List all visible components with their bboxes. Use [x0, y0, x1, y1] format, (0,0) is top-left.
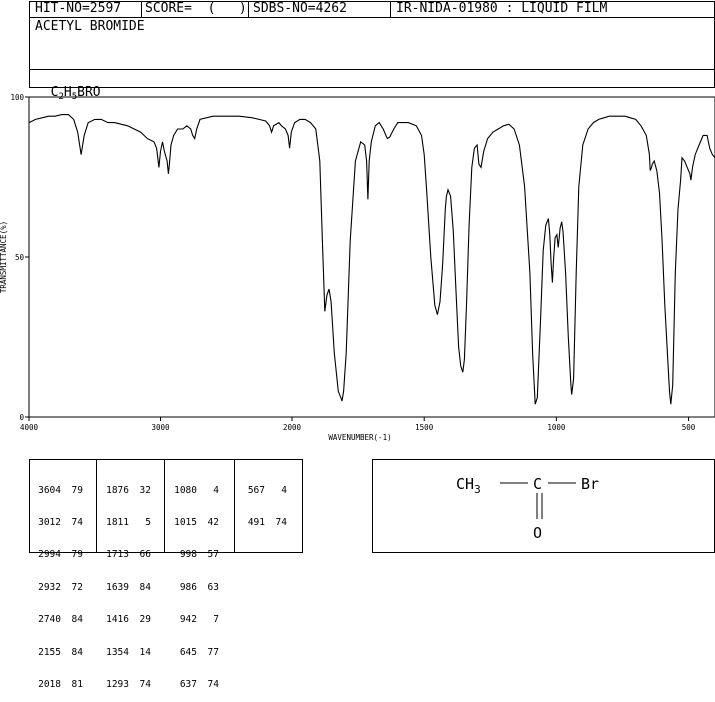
peak-row: 998 57	[169, 550, 219, 561]
peak-wavenumber: 567	[247, 484, 265, 496]
methyl-group: CH3	[456, 475, 481, 496]
structure-diagram: CH3 C Br O	[456, 475, 599, 542]
peak-transmittance: 14	[139, 646, 151, 658]
peak-column: 1876 32 1811 5 1713 66 1639 84 1416 29 1354 14…	[101, 464, 151, 702]
peak-wavenumber: 1293	[106, 678, 129, 690]
peak-row: 3604 79	[33, 484, 83, 497]
peak-wavenumber: 491	[247, 516, 265, 528]
peak-transmittance: 79	[71, 484, 83, 496]
peak-transmittance: 63	[207, 581, 219, 593]
peak-transmittance: 81	[71, 678, 83, 690]
x-axis: 4000 3000 2000 1500 1000 500	[20, 417, 696, 432]
peak-row: 3012 74	[33, 516, 83, 529]
peak-row: 2994 79	[33, 550, 83, 561]
peak-transmittance: 84	[71, 646, 83, 658]
peak-wavenumber: 2018	[38, 678, 61, 690]
y-axis-label: TRANSMITTANCE(%)	[0, 221, 8, 293]
peak-transmittance: 77	[207, 646, 219, 658]
peak-column: 3604 79 3012 74 2994 79 2932 72 2740 84 2155 8…	[33, 464, 83, 702]
peak-wavenumber: 1639	[106, 581, 129, 593]
oxygen-atom: O	[533, 524, 542, 542]
plot-frame	[28, 96, 715, 418]
peak-transmittance: 66	[139, 549, 151, 561]
peak-row: 1354 14	[101, 646, 151, 659]
peak-wavenumber: 2155	[38, 646, 61, 658]
peak-row: 1713 66	[101, 550, 151, 561]
peak-row: 1293 74	[101, 678, 151, 691]
peak-transmittance: 32	[139, 484, 151, 496]
peak-column: 1080 4 1015 42 998 57 986 63 942 7 645 77 637 7…	[169, 464, 219, 702]
y-tick-label: 0	[19, 413, 24, 422]
peak-wavenumber: 1713	[106, 549, 129, 561]
spectrum-line	[28, 114, 715, 405]
peak-transmittance: 74	[71, 516, 83, 528]
peak-wavenumber: 1080	[174, 484, 197, 496]
x-tick-label: 2000	[283, 423, 302, 432]
peak-row: 2740 84	[33, 614, 83, 626]
peak-column: 567 4 491 74	[237, 464, 287, 540]
peak-wavenumber: 3604	[38, 484, 61, 496]
peak-table-divider	[164, 459, 165, 553]
peak-transmittance: 4	[213, 484, 219, 496]
peak-transmittance: 42	[207, 516, 219, 528]
peak-row: 2018 81	[33, 678, 83, 691]
x-tick-label: 500	[682, 423, 696, 432]
peak-transmittance: 29	[139, 614, 151, 626]
peak-row: 491 74	[237, 516, 287, 529]
y-tick-label: 50	[15, 253, 25, 262]
peak-row: 2155 84	[33, 646, 83, 659]
peak-row: 1811 5	[101, 516, 151, 529]
peak-transmittance: 84	[139, 581, 151, 593]
peak-transmittance: 84	[71, 614, 83, 626]
peak-transmittance: 74	[207, 678, 219, 690]
carbonyl-carbon: C	[533, 475, 542, 493]
peak-row: 637 74	[169, 678, 219, 691]
x-axis-label: WAVENUMBER(-1)	[328, 433, 391, 442]
peak-table-divider	[234, 459, 235, 553]
peak-wavenumber: 1354	[106, 646, 129, 658]
peak-wavenumber: 2994	[38, 549, 61, 561]
y-axis: 0 50 100	[10, 93, 29, 422]
x-tick-label: 3000	[151, 423, 170, 432]
x-tick-label: 1500	[415, 423, 434, 432]
peak-wavenumber: 3012	[38, 516, 61, 528]
peak-transmittance: 57	[207, 549, 219, 561]
peak-wavenumber: 1876	[106, 484, 129, 496]
x-tick-label: 4000	[20, 423, 39, 432]
peak-wavenumber: 1811	[106, 516, 129, 528]
peak-row: 1639 84	[101, 581, 151, 594]
peak-transmittance: 74	[275, 516, 287, 528]
peak-row: 1876 32	[101, 484, 151, 497]
peak-wavenumber: 998	[179, 549, 197, 561]
peak-row: 2932 72	[33, 581, 83, 594]
peak-row: 1080 4	[169, 484, 219, 497]
ir-spectrum-chart: 0 50 100 4000 3000 2000 1500 1000 500 WAVENUMBE…	[0, 93, 715, 442]
peak-transmittance: 79	[71, 549, 83, 561]
peak-wavenumber: 2740	[38, 614, 61, 626]
peak-row: 942 7	[169, 614, 219, 626]
peak-transmittance: 4	[281, 484, 287, 496]
peak-table-divider	[96, 459, 97, 553]
peak-wavenumber: 986	[179, 581, 197, 593]
x-tick-label: 1000	[547, 423, 566, 432]
peak-transmittance: 5	[145, 516, 151, 528]
bromine-atom: Br	[581, 475, 599, 493]
peak-row: 1416 29	[101, 614, 151, 626]
peak-wavenumber: 942	[179, 614, 197, 626]
y-tick-label: 100	[10, 93, 24, 102]
peak-wavenumber: 645	[179, 646, 197, 658]
peak-wavenumber: 1015	[174, 516, 197, 528]
peak-wavenumber: 2932	[38, 581, 61, 593]
peak-wavenumber: 637	[179, 678, 197, 690]
peak-row: 567 4	[237, 484, 287, 497]
peak-wavenumber: 1416	[106, 614, 129, 626]
peak-transmittance: 72	[71, 581, 83, 593]
peak-row: 986 63	[169, 581, 219, 594]
peak-row: 645 77	[169, 646, 219, 659]
peak-transmittance: 7	[213, 614, 219, 626]
peak-row: 1015 42	[169, 516, 219, 529]
peak-transmittance: 74	[139, 678, 151, 690]
